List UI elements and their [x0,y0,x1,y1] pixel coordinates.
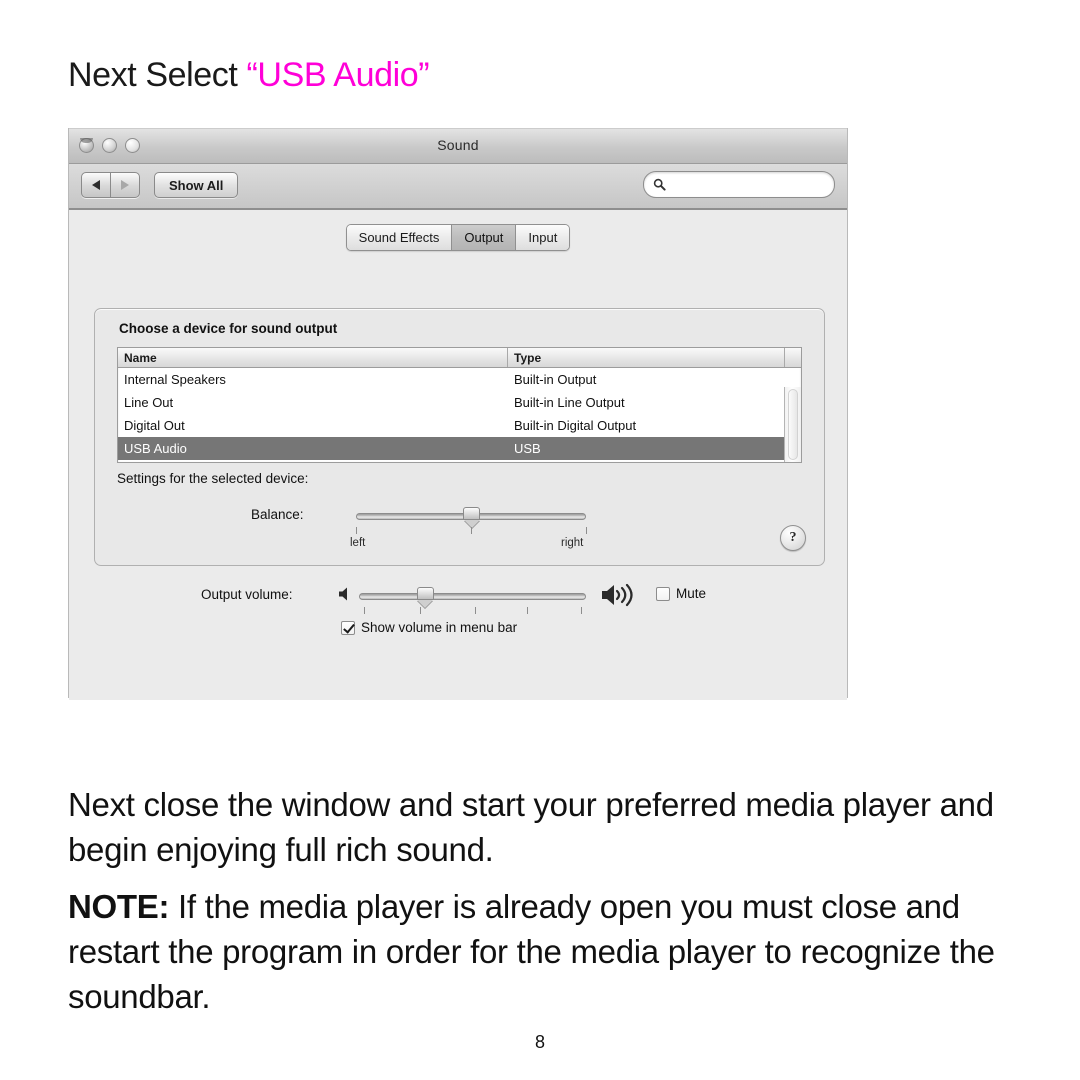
cell-device-name: USB Audio [124,441,187,456]
balance-left-label: left [350,537,366,549]
balance-slider[interactable]: left right [350,505,587,549]
tab-input[interactable]: Input [515,225,570,250]
cell-device-type: Built-in Digital Output [514,418,637,433]
mute-label: Mute [676,586,707,601]
search-field[interactable] [643,171,835,198]
instruction-paragraph: Next close the window and start your pre… [68,786,994,868]
sound-preferences-window: Sound Show All Sound Effects Output Inpu… [68,128,848,700]
speaker-high-icon [599,581,643,614]
balance-control-row: Balance: left right [95,505,824,565]
page-title: Next Select “USB Audio” [68,56,430,95]
column-header-type[interactable]: Type [508,348,785,367]
mute-checkbox-row[interactable]: Mute [656,586,706,601]
window-title: Sound [437,137,479,153]
output-volume-slider-track[interactable] [359,593,586,600]
settings-for-device-label: Settings for the selected device: [117,471,309,486]
page-title-accent: “USB Audio” [246,56,430,94]
show-all-button[interactable]: Show All [154,172,239,198]
cell-device-name: Internal Speakers [124,372,226,387]
page-title-prefix: Next Select [68,56,247,94]
page-number: 8 [534,1032,545,1052]
show-volume-checkbox[interactable] [341,620,355,635]
chevron-left-icon [92,180,100,190]
tab-sound-effects[interactable]: Sound Effects [346,225,452,250]
cell-device-type: Built-in Output [514,372,597,387]
balance-slider-thumb[interactable] [463,507,480,528]
show-volume-label: Show volume in menu bar [361,620,518,635]
output-volume-label: Output volume: [201,587,293,602]
output-volume-slider-thumb[interactable] [416,587,434,608]
choose-device-label: Choose a device for sound output [119,321,338,336]
tab-bar: Sound Effects Output Input [69,224,847,251]
show-volume-checkbox-row[interactable]: Show volume in menu bar [341,620,517,635]
chevron-right-icon [121,180,129,190]
help-button[interactable]: ? [780,525,806,551]
table-row[interactable]: Digital Out Built-in Digital Output [118,414,801,437]
balance-slider-ticks [356,527,587,537]
note-text: If the media player is already open you … [68,888,995,1015]
cell-device-name: Line Out [124,395,174,410]
table-row-selected[interactable]: USB Audio USB [118,437,801,460]
tab-output[interactable]: Output [451,225,516,250]
navigation-segmented-control [81,172,140,198]
window-toolbar: Show All [69,164,847,210]
table-body: Internal Speakers Built-in Output Line O… [118,368,801,462]
balance-label: Balance: [251,507,304,522]
column-header-pad [785,348,801,367]
back-button[interactable] [82,173,110,197]
column-header-name[interactable]: Name [118,348,508,367]
window-content: Sound Effects Output Input Choose a devi… [69,210,847,700]
note-paragraph: NOTE: If the media player is already ope… [68,884,1008,1019]
table-vertical-scrollbar[interactable] [784,387,801,462]
mute-checkbox[interactable] [656,586,670,601]
window-titlebar: Sound [69,128,847,164]
forward-button[interactable] [110,173,139,197]
output-volume-slider[interactable] [359,585,586,614]
table-row[interactable]: Line Out Built-in Line Output [118,391,801,414]
cell-device-type: Built-in Line Output [514,395,625,410]
note-tag: NOTE: [68,888,170,925]
output-volume-slider-ticks [359,607,586,617]
output-settings-groupbox: Choose a device for sound output Name Ty… [94,308,825,566]
table-row[interactable]: Internal Speakers Built-in Output [118,368,801,391]
scrollbar-thumb[interactable] [788,389,798,460]
cell-device-name: Digital Out [124,418,185,433]
search-input[interactable] [670,176,829,193]
device-table[interactable]: Name Type Internal Speakers Built-in Out… [117,347,802,463]
search-icon [653,178,666,191]
speaker-low-icon [337,585,357,608]
cell-device-type: USB [514,441,541,456]
table-header-row: Name Type [118,348,801,368]
balance-right-label: right [561,537,584,549]
